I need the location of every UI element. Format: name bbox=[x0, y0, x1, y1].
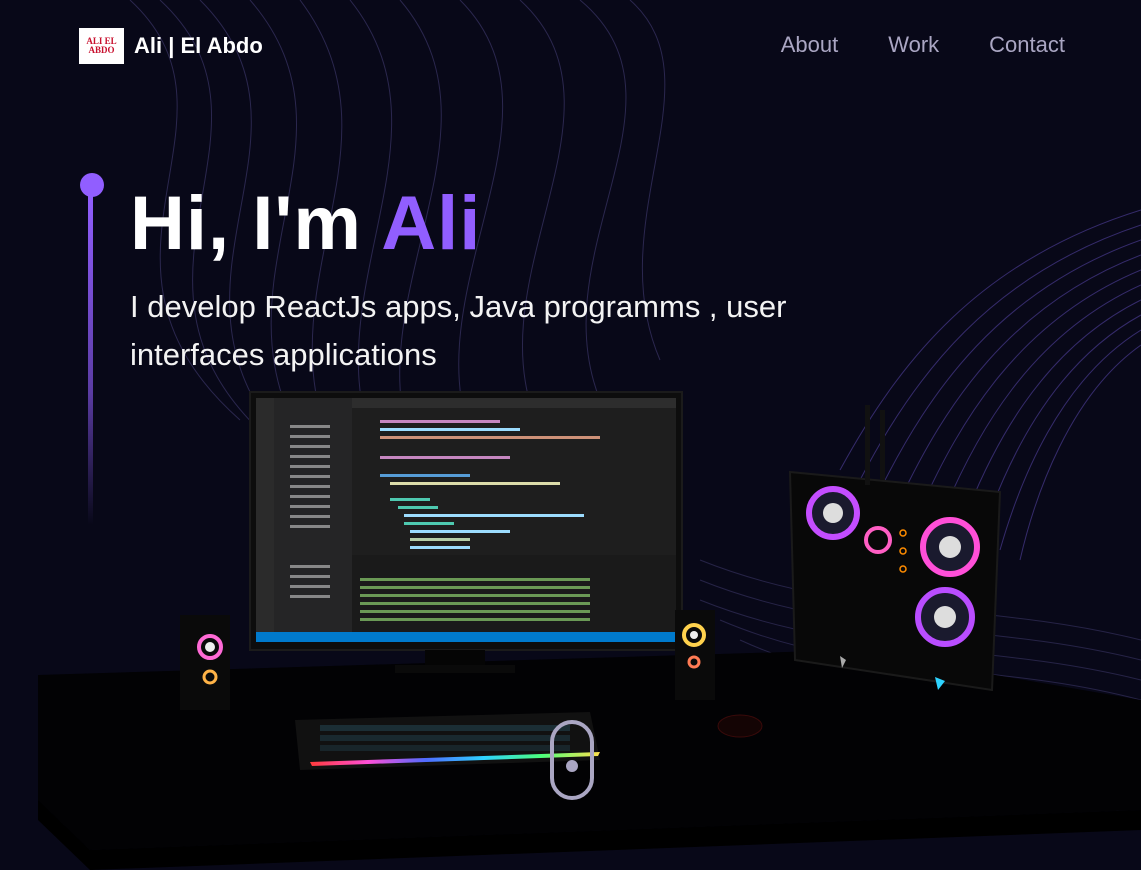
nav-link-work[interactable]: Work bbox=[888, 32, 939, 58]
speaker-right bbox=[675, 610, 715, 700]
nav-link-about[interactable]: About bbox=[781, 32, 839, 58]
brand-rest: | El Abdo bbox=[162, 33, 263, 58]
nav-link-contact[interactable]: Contact bbox=[989, 32, 1065, 58]
speaker-left bbox=[180, 615, 230, 710]
timeline-dot bbox=[80, 173, 104, 197]
monitor bbox=[249, 391, 683, 673]
site-logo[interactable]: ALI EL ABDO bbox=[79, 28, 124, 64]
brand-name[interactable]: Ali | El Abdo bbox=[134, 33, 263, 59]
hero-subtitle: I develop ReactJs apps, Java programms ,… bbox=[130, 289, 787, 372]
pc-tower bbox=[788, 405, 1002, 692]
computer-mouse bbox=[717, 714, 763, 738]
logo-text-line2: ABDO bbox=[88, 45, 115, 55]
nav-links: About Work Contact bbox=[781, 32, 1065, 58]
hero-name: Ali bbox=[381, 181, 482, 266]
hero-title: Hi, I'm Ali bbox=[130, 180, 481, 267]
hero-greeting: Hi, I'm bbox=[130, 181, 382, 266]
scroll-dot-icon bbox=[566, 760, 578, 772]
brand-first: Ali bbox=[134, 33, 163, 58]
scroll-down-indicator[interactable] bbox=[550, 720, 594, 800]
navbar: ALI EL ABDO Ali | El Abdo About Work Con… bbox=[0, 0, 1141, 92]
